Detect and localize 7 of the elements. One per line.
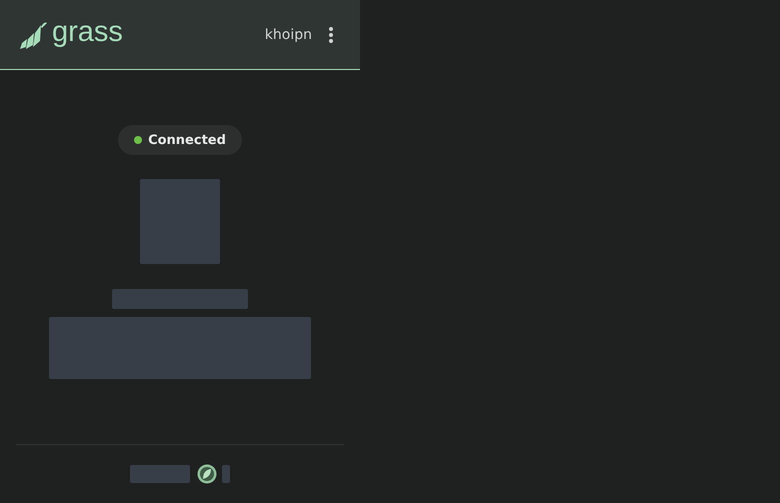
text-placeholder (130, 465, 190, 483)
logo-wordmark: grass (52, 18, 123, 47)
more-menu-icon[interactable] (328, 26, 334, 44)
status-label: Connected (148, 132, 226, 148)
leaf-coin-icon (197, 464, 217, 484)
text-placeholder (222, 465, 230, 483)
username: khoipn (264, 26, 312, 42)
